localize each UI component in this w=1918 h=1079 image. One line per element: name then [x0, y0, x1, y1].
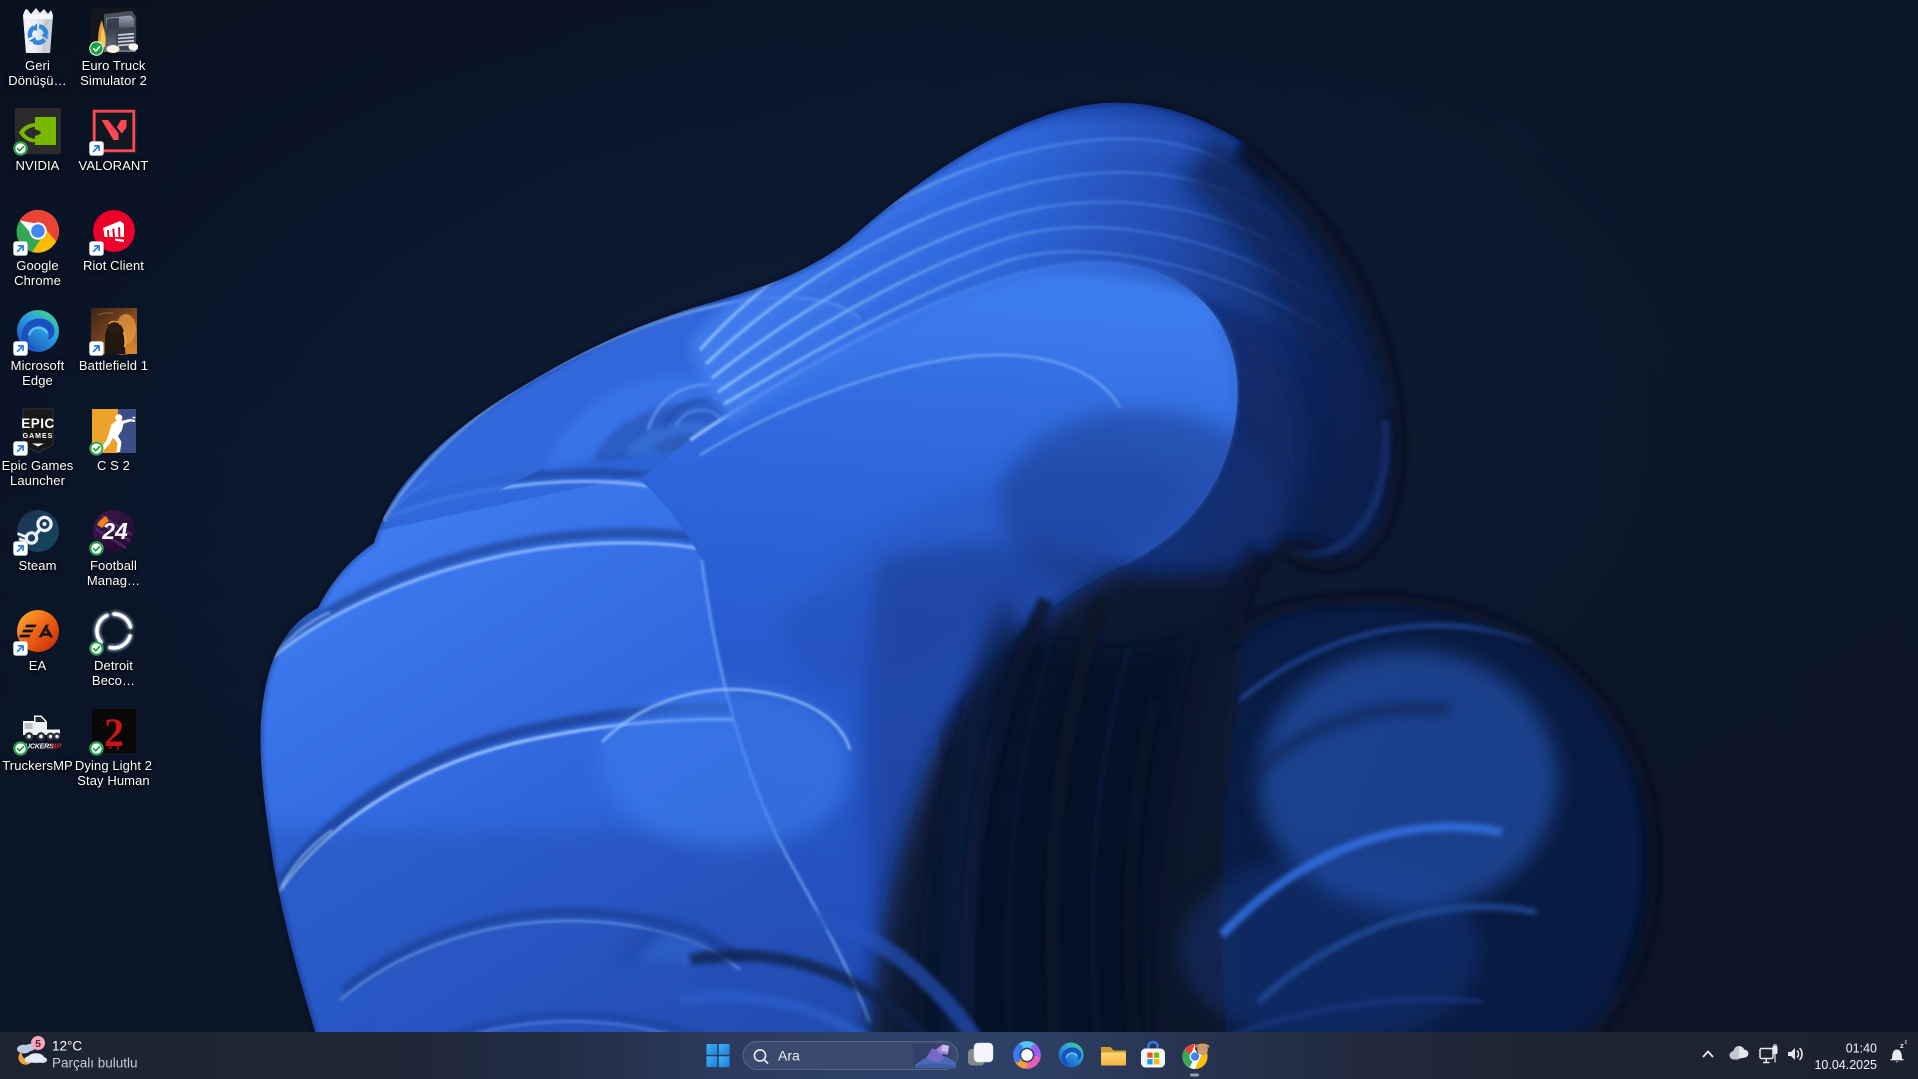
svg-text:z: z	[1905, 1040, 1908, 1046]
svg-text:5: 5	[35, 1038, 41, 1050]
svg-text:10.04.2025: 10.04.2025	[1814, 1058, 1877, 1072]
svg-text:Ara: Ara	[778, 1048, 800, 1064]
svg-text:GAMES: GAMES	[22, 433, 53, 440]
svg-text:EPIC: EPIC	[21, 416, 55, 431]
svg-text:2: 2	[104, 710, 124, 755]
svg-text:12°C: 12°C	[52, 1039, 82, 1054]
svg-text:z: z	[1900, 1041, 1904, 1050]
svg-text:01:40: 01:40	[1846, 1042, 1877, 1056]
svg-text:Parçalı bulutlu: Parçalı bulutlu	[52, 1056, 138, 1071]
svg-text:24: 24	[101, 518, 128, 544]
svg-text:MP: MP	[50, 742, 61, 751]
